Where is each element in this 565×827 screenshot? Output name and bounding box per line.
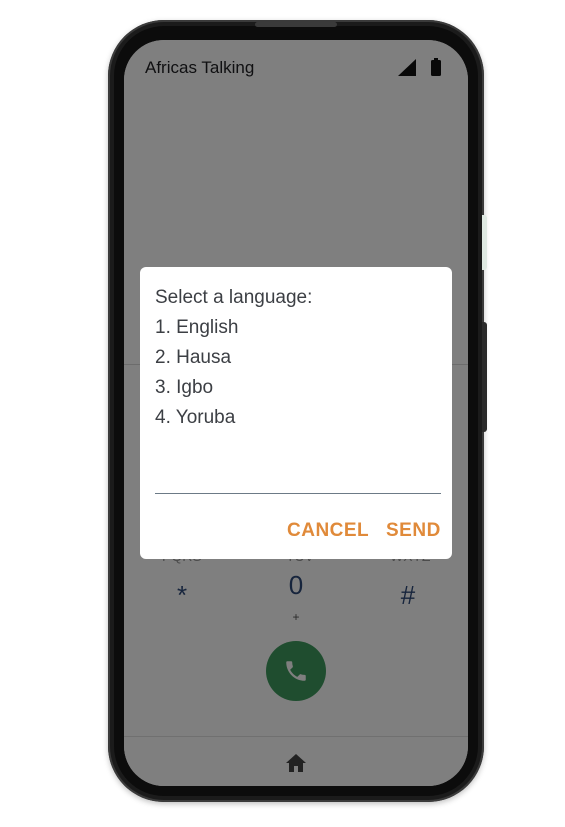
- ussd-dialog: Select a language: 1. English 2. Hausa 3…: [140, 267, 452, 559]
- response-input[interactable]: [155, 467, 441, 494]
- option-igbo: 3. Igbo: [155, 377, 214, 398]
- option-english: 1. English: [155, 317, 239, 338]
- option-yoruba: 4. Yoruba: [155, 407, 236, 428]
- phone-power-button: [482, 322, 487, 432]
- option-hausa: 2. Hausa: [155, 347, 232, 368]
- phone-speaker: [255, 22, 337, 27]
- send-button[interactable]: SEND: [386, 520, 441, 542]
- phone-side-button: [482, 215, 487, 270]
- cancel-button[interactable]: CANCEL: [287, 520, 369, 542]
- dialog-prompt: Select a language:: [155, 287, 313, 308]
